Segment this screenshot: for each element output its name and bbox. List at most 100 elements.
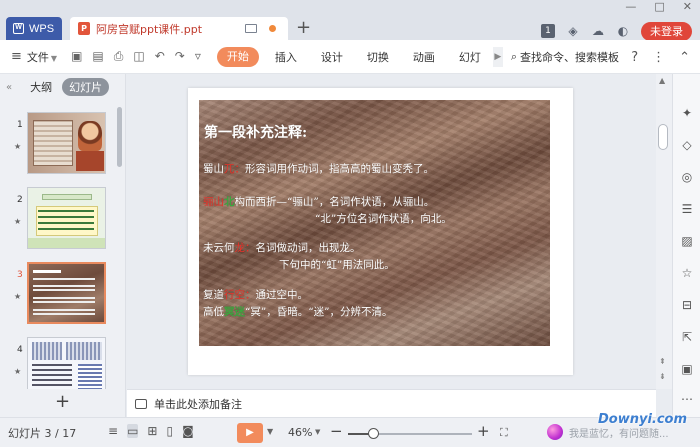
slide-thumbnail[interactable] (27, 187, 106, 249)
slide-text-line: “北”方位名词作状语，向北。 (315, 213, 452, 225)
zoom-slider[interactable] (348, 428, 472, 439)
command-search-label: 查找命令、搜索模板 (520, 50, 620, 64)
chevron-down-icon: ▼ (50, 53, 58, 63)
file-menu[interactable]: 文件 ▼ (27, 49, 57, 65)
slide-number: 4 (17, 345, 23, 355)
cloud-icon[interactable]: ☁ (591, 24, 605, 38)
tab-outline[interactable]: 大纲 (30, 79, 52, 95)
redo-icon[interactable]: ↷ (175, 49, 185, 64)
term: 高低 (203, 306, 224, 318)
more-tools-icon[interactable]: ⋯ (680, 392, 694, 406)
undo-icon[interactable]: ↶ (155, 49, 165, 64)
chevron-down-icon[interactable]: ▼ (267, 427, 273, 436)
wps-home-tab[interactable]: W WPS (6, 17, 62, 40)
slide-thumb-item[interactable]: 1 ★ (0, 112, 116, 176)
slide-heading: 第一段补充注释: (204, 125, 308, 141)
slide-text-line: 蜀山兀：形容词用作动词，指高高的蜀山变秃了。 (203, 161, 434, 176)
prev-page-icon[interactable]: ⇞ (659, 357, 666, 366)
menubar-right-tools: ? ⋮ ⌃ (631, 40, 690, 74)
hamburger-icon[interactable]: ≡ (11, 49, 22, 64)
slide-thumb-item-selected[interactable]: 3 ★ (0, 262, 116, 326)
slide-number: 2 (17, 195, 23, 205)
skin-icon[interactable]: ◈ (566, 24, 580, 38)
animation-star-icon: ★ (14, 292, 22, 301)
slide-number: 1 (17, 120, 23, 130)
panel-tabs: « 大纲 幻灯片 (0, 74, 125, 100)
shapes-icon[interactable]: ◇ (680, 138, 694, 152)
highlight-term-green: 冥迷 (224, 306, 245, 318)
window-count-badge[interactable]: 1 (541, 24, 555, 38)
term: 未云何 (203, 242, 235, 254)
archive-icon[interactable]: ⊟ (680, 298, 694, 312)
maximize-icon[interactable]: □ (654, 0, 664, 14)
scroll-up-icon[interactable]: ▲ (659, 76, 665, 85)
new-tab-button[interactable]: + (296, 17, 311, 39)
print-icon[interactable]: ⎙ (114, 49, 124, 64)
close-icon[interactable]: ✕ (683, 0, 692, 14)
site-watermark: Downyi.com (598, 412, 688, 427)
help-icon[interactable]: ? (631, 50, 638, 65)
sorter-view-icon[interactable]: ⊞ (147, 424, 157, 438)
notes-toggle-icon[interactable]: ≡ (108, 424, 118, 438)
zoom-in-button[interactable]: + (477, 422, 490, 440)
term: 蜀山 (203, 163, 224, 175)
print-preview-icon[interactable]: ◫ (133, 49, 144, 64)
chevron-right-icon[interactable]: ▶ (492, 46, 503, 67)
tab-design[interactable]: 设计 (309, 49, 355, 65)
tab-start[interactable]: 开始 (216, 46, 259, 67)
save-icon[interactable]: ▣ (71, 49, 82, 64)
wps-logo-icon: W (13, 23, 24, 34)
camera-icon[interactable]: ◙ (182, 424, 194, 438)
tab-slides[interactable]: 幻灯片 (62, 78, 110, 96)
term: 复道 (203, 289, 224, 301)
monitor-icon[interactable] (245, 24, 257, 33)
fit-window-icon[interactable]: ⛶ (500, 426, 508, 440)
favorite-icon[interactable]: ☆ (680, 266, 694, 280)
notes-bar[interactable]: 单击此处添加备注 (127, 389, 656, 417)
thumbnail-scrollbar[interactable] (117, 107, 122, 167)
export-pdf-icon[interactable]: ▤ (92, 49, 103, 64)
picture-icon[interactable]: ▣ (680, 362, 694, 376)
minimize-icon[interactable]: — (625, 0, 636, 14)
zoom-level[interactable]: 46% (288, 426, 312, 439)
user-avatar-icon[interactable]: ◐ (616, 24, 630, 38)
tab-animation[interactable]: 动画 (401, 49, 447, 65)
chevron-down-icon[interactable]: ▼ (315, 428, 320, 436)
highlight-term: 兀： (224, 163, 245, 175)
more-options-icon[interactable]: ⋮ (652, 50, 665, 65)
collapse-ribbon-icon[interactable]: ⌃ (679, 50, 690, 65)
tab-transition[interactable]: 切换 (355, 49, 401, 65)
slide-editor-canvas: 第一段补充注释: 蜀山兀：形容词用作动词，指高高的蜀山变秃了。 骊山北构而西折—… (127, 74, 656, 389)
slide-thumb-item[interactable]: 2 ★ (0, 187, 116, 251)
share-icon[interactable]: ⇱ (680, 330, 694, 344)
collapse-panel-icon[interactable]: « (6, 82, 12, 93)
slide-thumbnail[interactable] (27, 262, 106, 324)
notes-icon (135, 398, 147, 409)
slide-number: 3 (17, 270, 23, 280)
play-slideshow-button[interactable]: ▶ (237, 423, 263, 443)
quick-access-toolbar: ▣ ▤ ⎙ ◫ ↶ ↷ ▿ (71, 49, 201, 64)
document-tab[interactable]: P 阿房宫赋ppt课件.ppt (70, 17, 288, 40)
tab-slideshow[interactable]: 幻灯 (447, 49, 493, 65)
zoom-out-button[interactable]: − (330, 422, 343, 440)
normal-view-icon[interactable]: ▭ (127, 424, 139, 438)
command-search[interactable]: ⌕ 查找命令、搜索模板 (511, 49, 619, 65)
slide-thumbnail[interactable] (27, 112, 106, 174)
image-icon[interactable]: ▨ (680, 234, 694, 248)
scrollbar-thumb[interactable] (658, 124, 668, 150)
login-button[interactable]: 未登录 (641, 21, 692, 41)
current-slide[interactable]: 第一段补充注释: 蜀山兀：形容词用作动词，指高高的蜀山变秃了。 骊山北构而西折—… (199, 100, 550, 346)
animation-star-icon: ★ (14, 217, 22, 226)
next-page-icon[interactable]: ⇟ (659, 372, 666, 381)
format-icon[interactable]: ◎ (680, 170, 694, 184)
settings-icon[interactable]: ☰ (680, 202, 694, 216)
zoom-slider-handle[interactable] (367, 428, 379, 439)
tab-insert[interactable]: 插入 (263, 49, 309, 65)
add-slide-button[interactable]: + (0, 389, 126, 417)
more-icon[interactable]: ▿ (195, 49, 201, 64)
reading-view-icon[interactable]: ▯ (166, 424, 173, 438)
magic-icon[interactable]: ✦ (680, 106, 694, 120)
window-controls: — □ ✕ (625, 0, 692, 14)
canvas-scrollbar[interactable]: ▲ ⇞ ⇟ (656, 74, 672, 389)
assistant-avatar-icon (547, 424, 563, 440)
